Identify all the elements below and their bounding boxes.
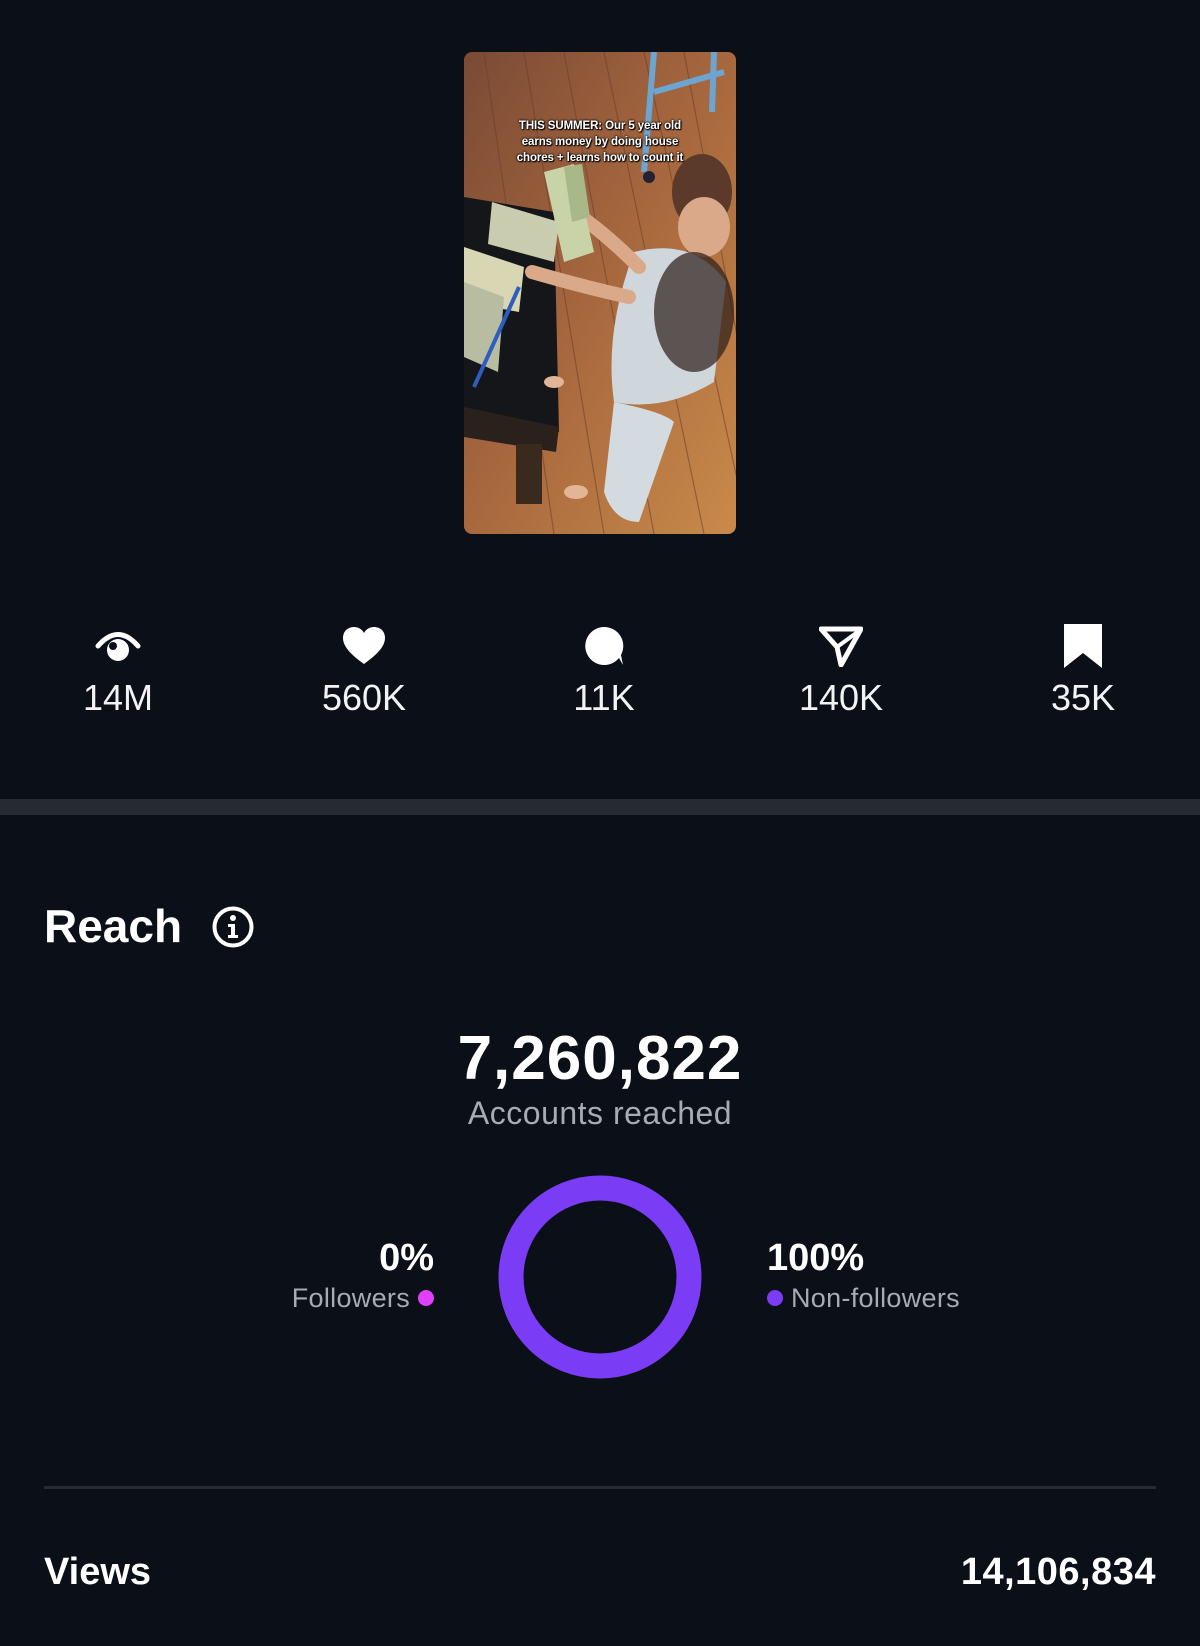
followers-legend-dot bbox=[418, 1290, 434, 1306]
donut-segment-non-followers bbox=[498, 1175, 702, 1379]
non-followers-label: Non-followers bbox=[791, 1283, 960, 1313]
accounts-reached-label: Accounts reached bbox=[467, 1095, 733, 1131]
post-stats-row: 14M 560K 11K 140K 35K bbox=[0, 622, 1200, 722]
accounts-reached-value: 7,260,822 bbox=[457, 1024, 743, 1093]
section-divider bbox=[0, 799, 1200, 815]
stat-value: 560K bbox=[321, 677, 407, 718]
heart-icon bbox=[284, 622, 444, 670]
row-divider bbox=[44, 1486, 1156, 1489]
followers-label: Followers bbox=[291, 1283, 410, 1313]
non-followers-percent: 100% bbox=[767, 1237, 865, 1279]
comment-icon bbox=[524, 622, 684, 670]
reach-donut-chart bbox=[498, 1175, 702, 1379]
views-value: 14,106,834 bbox=[960, 1551, 1156, 1593]
stat-value: 140K bbox=[798, 677, 884, 718]
bookmark-icon bbox=[1003, 622, 1163, 670]
post-thumbnail[interactable]: THIS SUMMER: Our 5 year old earns money … bbox=[464, 52, 736, 534]
stat-saves[interactable]: 35K bbox=[1003, 622, 1163, 718]
followers-segment: 0% Followers bbox=[292, 1236, 434, 1316]
stat-likes[interactable]: 560K bbox=[284, 622, 444, 718]
stat-views[interactable]: 14M bbox=[38, 622, 198, 718]
stat-comments[interactable]: 11K bbox=[524, 622, 684, 718]
thumbnail-caption: THIS SUMMER: Our 5 year old earns money … bbox=[516, 120, 684, 164]
views-label: Views bbox=[44, 1551, 152, 1593]
stat-shares[interactable]: 140K bbox=[761, 622, 921, 718]
share-icon bbox=[761, 622, 921, 670]
info-icon[interactable] bbox=[211, 905, 255, 949]
non-followers-segment: 100% Non-followers bbox=[767, 1236, 960, 1316]
stat-value: 35K bbox=[1050, 677, 1116, 718]
non-followers-legend-dot bbox=[767, 1290, 783, 1306]
stat-value: 14M bbox=[82, 677, 154, 718]
eye-icon bbox=[38, 622, 198, 670]
stat-value: 11K bbox=[573, 677, 635, 718]
reach-title: Reach bbox=[44, 900, 183, 952]
followers-percent: 0% bbox=[379, 1237, 434, 1279]
